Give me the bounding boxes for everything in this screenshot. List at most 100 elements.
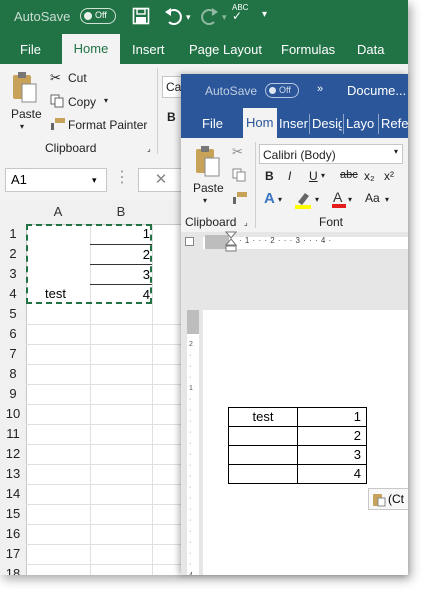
row-header[interactable]: 17 (0, 544, 27, 565)
word-clipboard-launcher-icon[interactable]: ⌟ (244, 218, 248, 227)
word-paste-icon[interactable] (193, 144, 221, 181)
word-subscript-button[interactable]: x₂ (364, 169, 375, 183)
row-header[interactable]: 6 (0, 324, 27, 345)
excel-tab-insert[interactable]: Insert (132, 42, 165, 57)
word-tab-home[interactable]: Hom (243, 108, 277, 138)
tab-divider (378, 114, 379, 134)
row-header[interactable]: 11 (0, 424, 27, 445)
customize-toolbar-icon[interactable]: ▾ (262, 9, 267, 20)
row-header[interactable]: 7 (0, 344, 27, 365)
text-effects-dropdown-icon[interactable]: ▾ (278, 195, 282, 204)
word-table-cell-r4c2[interactable]: 4 (297, 464, 367, 484)
grid-line (26, 344, 190, 345)
word-superscript-button[interactable]: x² (384, 169, 394, 183)
font-name-dropdown-icon[interactable]: ▾ (394, 147, 398, 156)
excel-tab-formulas[interactable]: Formulas (281, 42, 335, 57)
select-all-corner[interactable] (0, 200, 27, 225)
word-bold-button[interactable]: B (265, 169, 274, 183)
cut-icon[interactable]: ✂ (50, 70, 61, 86)
text-effects-icon[interactable]: A (264, 190, 275, 207)
word-paste-button[interactable]: Paste (193, 181, 224, 195)
spreadsheet-grid[interactable]: A B 1 2 3 4 5 6 7 8 9 10 11 12 13 14 15 … (0, 200, 190, 575)
row-header[interactable]: 3 (0, 264, 27, 285)
row-header[interactable]: 10 (0, 404, 27, 425)
word-cut-icon[interactable]: ✂ (232, 144, 243, 160)
name-box[interactable]: A1 ▾ (5, 168, 107, 192)
word-table-cell-r3c1[interactable] (228, 445, 298, 465)
excel-tab-page-layout[interactable]: Page Layout (189, 42, 262, 57)
autosave-toggle[interactable]: Off (80, 8, 116, 24)
paste-icon[interactable] (10, 70, 38, 107)
word-tab-insert[interactable]: Inser (279, 116, 308, 131)
paste-button[interactable]: Paste (11, 107, 42, 121)
copy-dropdown-icon[interactable]: ▾ (104, 96, 108, 105)
word-table-cell-r2c1[interactable] (228, 426, 298, 446)
word-strikethrough-button[interactable]: abc (340, 169, 358, 181)
horizontal-ruler[interactable]: · 1 · · · 2 · · · 3 · · · 4 · (181, 231, 408, 254)
paste-options-button[interactable]: (Ct (368, 488, 408, 510)
excel-tab-file[interactable]: File (20, 42, 41, 57)
paste-dropdown-icon[interactable]: ▾ (20, 122, 24, 131)
word-autosave-toggle[interactable]: Off (265, 83, 299, 98)
name-box-value: A1 (11, 172, 27, 187)
row-header[interactable]: 4 (0, 284, 27, 305)
row-header[interactable]: 1 (0, 224, 27, 245)
more-commands-icon[interactable]: » (317, 83, 323, 95)
document-page[interactable]: test 1 2 3 4 (Ct (203, 310, 408, 575)
cancel-formula-icon[interactable]: ✕ (138, 168, 184, 192)
redo-icon[interactable] (198, 6, 220, 31)
column-header-b[interactable]: B (90, 200, 153, 225)
word-table-cell-r2c2[interactable]: 2 (297, 426, 367, 446)
row-header[interactable]: 18 (0, 564, 27, 575)
word-table-cell-r1c2[interactable]: 1 (297, 407, 367, 427)
redo-dropdown-icon[interactable]: ▾ (222, 12, 227, 23)
word-tab-layout[interactable]: Layo (346, 116, 374, 131)
word-tab-file[interactable]: File (202, 116, 223, 131)
row-header[interactable]: 15 (0, 504, 27, 525)
save-icon[interactable] (132, 7, 150, 30)
tab-selector-icon[interactable] (185, 237, 194, 246)
underline-dropdown-icon[interactable]: ▾ (321, 171, 325, 180)
format-painter-icon[interactable] (50, 117, 66, 134)
word-paste-dropdown-icon[interactable]: ▾ (203, 196, 207, 205)
word-copy-icon[interactable] (232, 168, 246, 185)
document-area: 2···1················4 test 1 2 3 4 (Ct (181, 254, 408, 575)
word-italic-button[interactable]: I (288, 169, 291, 183)
copy-icon[interactable] (50, 94, 64, 111)
word-table-cell-r4c1[interactable] (228, 464, 298, 484)
excel-tab-data[interactable]: Data (357, 42, 384, 57)
name-box-dropdown-icon[interactable]: ▾ (92, 169, 97, 191)
row-header[interactable]: 2 (0, 244, 27, 265)
word-underline-button[interactable]: U (309, 169, 318, 183)
font-color-dropdown-icon[interactable]: ▾ (348, 195, 352, 204)
undo-icon[interactable] (163, 6, 185, 31)
row-header[interactable]: 16 (0, 524, 27, 545)
copy-button[interactable]: Copy (68, 95, 96, 109)
highlight-icon[interactable] (294, 190, 312, 213)
row-header[interactable]: 14 (0, 484, 27, 505)
row-header[interactable]: 13 (0, 464, 27, 485)
row-header[interactable]: 12 (0, 444, 27, 465)
excel-bold-button[interactable]: B (167, 110, 176, 124)
spelling-icon[interactable]: ABC ✓ (232, 4, 248, 23)
word-font-name-box[interactable]: Calibri (Body) (259, 144, 403, 164)
word-tab-design[interactable]: Desig (312, 116, 342, 131)
row-header[interactable]: 8 (0, 364, 27, 385)
row-header[interactable]: 9 (0, 384, 27, 405)
excel-tab-home[interactable]: Home (62, 34, 120, 64)
clipboard-launcher-icon[interactable]: ⌟ (147, 144, 151, 153)
word-table-cell-r3c2[interactable]: 3 (297, 445, 367, 465)
cut-button[interactable]: Cut (68, 71, 87, 85)
undo-dropdown-icon[interactable]: ▾ (186, 12, 191, 23)
format-painter-button[interactable]: Format Painter (68, 118, 147, 132)
word-format-painter-icon[interactable] (232, 191, 248, 208)
word-table-cell-r1c1[interactable]: test (228, 407, 298, 427)
change-case-button[interactable]: Aa (365, 191, 380, 205)
column-header-a[interactable]: A (26, 200, 91, 225)
row-header[interactable]: 5 (0, 304, 27, 325)
grid-line (26, 544, 190, 545)
font-color-icon[interactable]: A (331, 189, 347, 212)
change-case-dropdown-icon[interactable]: ▾ (385, 195, 389, 204)
word-tab-references[interactable]: Refe (381, 116, 408, 131)
highlight-dropdown-icon[interactable]: ▾ (315, 195, 319, 204)
